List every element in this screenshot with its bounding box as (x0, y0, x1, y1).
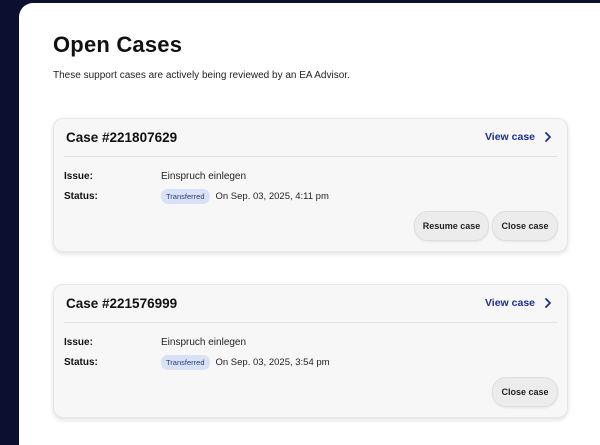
view-case-label: View case (484, 131, 535, 143)
page-subtitle: These support cases are actively being r… (53, 70, 350, 81)
issue-label: Issue: (64, 171, 93, 182)
view-case-link[interactable]: View case (485, 297, 553, 309)
view-case-label: View case (484, 297, 535, 309)
divider (64, 156, 557, 157)
status-label: Status: (64, 357, 98, 368)
chevron-right-icon (545, 298, 551, 308)
status-badge: Transferred (161, 189, 210, 204)
case-card: Case #221576999 View case Issue: Einspru… (53, 284, 568, 418)
page-title: Open Cases (53, 32, 183, 57)
resume-case-button[interactable]: Resume case (414, 211, 489, 241)
close-case-button[interactable]: Close case (492, 377, 558, 407)
chevron-right-icon (545, 132, 551, 142)
main-panel: Open Cases These support cases are activ… (19, 3, 600, 445)
issue-row: Issue: Einspruch einlegen (64, 171, 246, 182)
status-row: Status: Transferred On Sep. 03, 2025, 4:… (64, 189, 329, 204)
view-case-link[interactable]: View case (485, 131, 553, 143)
status-date: On Sep. 03, 2025, 4:11 pm (215, 191, 329, 202)
issue-label: Issue: (64, 337, 93, 348)
status-label: Status: (64, 191, 98, 202)
case-card: Case #221807629 View case Issue: Einspru… (53, 118, 568, 252)
case-title: Case #221576999 (66, 296, 178, 311)
status-row: Status: Transferred On Sep. 03, 2025, 3:… (64, 355, 330, 370)
case-title: Case #221807629 (66, 130, 178, 145)
close-case-button[interactable]: Close case (492, 211, 558, 241)
issue-row: Issue: Einspruch einlegen (64, 337, 246, 348)
issue-value: Einspruch einlegen (161, 337, 247, 348)
divider (64, 322, 557, 323)
issue-value: Einspruch einlegen (161, 171, 247, 182)
status-badge: Transferred (161, 355, 210, 370)
status-date: On Sep. 03, 2025, 3:54 pm (215, 357, 330, 368)
